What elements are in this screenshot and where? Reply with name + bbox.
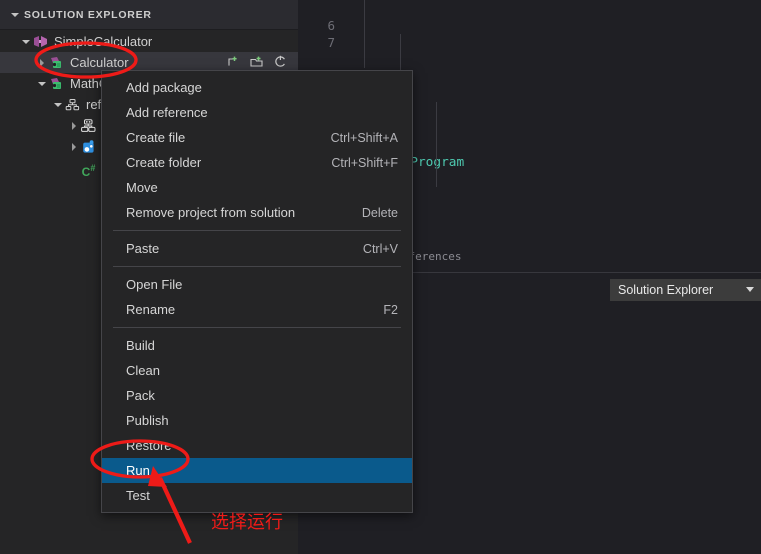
menu-item-label: Publish [126, 413, 169, 428]
menu-item-label: Add reference [126, 105, 208, 120]
chevron-down-icon[interactable] [36, 78, 48, 90]
output-view-picker-value: Solution Explorer [618, 283, 713, 297]
gutter-line: 7 [298, 34, 335, 51]
reference-group-icon [80, 118, 97, 134]
solution-explorer-header[interactable]: SOLUTION EXPLORER [0, 0, 298, 30]
menu-item-label: Run [126, 463, 150, 478]
menu-item-add-reference[interactable]: Add reference [102, 100, 412, 125]
indent-guide [436, 102, 437, 187]
menu-item-label: Add package [126, 80, 202, 95]
gutter-line: 6 [298, 17, 335, 34]
project-context-menu[interactable]: Add package Add reference Create file Ct… [101, 70, 413, 513]
menu-item-rename[interactable]: Rename F2 [102, 297, 412, 322]
menu-item-run[interactable]: Run [102, 458, 412, 483]
menu-item-open-file[interactable]: Open File [102, 272, 412, 297]
menu-item-test[interactable]: Test [102, 483, 412, 508]
menu-separator [113, 230, 401, 231]
menu-item-label: Test [126, 488, 150, 503]
menu-item-shortcut: Ctrl+Shift+F [331, 156, 398, 170]
menu-item-label: Open File [126, 277, 182, 292]
menu-item-move[interactable]: Move [102, 175, 412, 200]
menu-item-pack[interactable]: Pack [102, 383, 412, 408]
menu-item-create-file[interactable]: Create file Ctrl+Shift+A [102, 125, 412, 150]
indent-guide [400, 34, 401, 68]
menu-item-label: Pack [126, 388, 155, 403]
csharp-icon: C# [80, 160, 97, 176]
menu-item-label: Create file [126, 130, 185, 145]
output-view-picker[interactable]: Solution Explorer [610, 279, 761, 301]
project-icon [48, 76, 65, 92]
menu-item-label: Rename [126, 302, 175, 317]
tree-item-simplecalculator[interactable]: SimpleCalculator [0, 31, 298, 52]
menu-item-build[interactable]: Build [102, 333, 412, 358]
menu-item-label: Create folder [126, 155, 201, 170]
nuget-icon [80, 139, 97, 155]
page-title: SOLUTION EXPLORER [24, 9, 152, 21]
chevron-down-icon[interactable] [52, 99, 64, 111]
menu-item-restore[interactable]: Restore [102, 433, 412, 458]
menu-item-label: Restore [126, 438, 172, 453]
tree-item-label: SimpleCalculator [54, 34, 152, 49]
chevron-right-icon[interactable] [68, 120, 80, 132]
menu-item-label: Build [126, 338, 155, 353]
menu-item-create-folder[interactable]: Create folder Ctrl+Shift+F [102, 150, 412, 175]
menu-item-label: Paste [126, 241, 159, 256]
menu-item-add-package[interactable]: Add package [102, 75, 412, 100]
chevron-right-icon[interactable] [36, 57, 48, 69]
vscode-window: 6 7 class Program { 0 references static … [0, 0, 761, 554]
menu-item-shortcut: Ctrl+Shift+A [331, 131, 398, 145]
tree-spacer [68, 162, 80, 174]
menu-item-publish[interactable]: Publish [102, 408, 412, 433]
menu-item-shortcut: Ctrl+V [363, 242, 398, 256]
solution-icon [32, 34, 49, 50]
gutter-line [298, 0, 335, 17]
menu-item-label: Remove project from solution [126, 205, 295, 220]
menu-item-label: Move [126, 180, 158, 195]
chevron-down-icon[interactable] [20, 36, 32, 48]
chevron-down-icon[interactable] [9, 9, 21, 21]
references-icon [64, 97, 81, 113]
menu-item-shortcut: Delete [362, 206, 398, 220]
indent-guide [364, 0, 365, 68]
project-icon [48, 55, 65, 71]
menu-separator [113, 266, 401, 267]
menu-item-remove-project-from-solution[interactable]: Remove project from solution Delete [102, 200, 412, 225]
menu-item-label: Clean [126, 363, 160, 378]
chevron-right-icon[interactable] [68, 141, 80, 153]
menu-item-clean[interactable]: Clean [102, 358, 412, 383]
menu-item-paste[interactable]: Paste Ctrl+V [102, 236, 412, 261]
menu-item-shortcut: F2 [383, 303, 398, 317]
menu-separator [113, 327, 401, 328]
chevron-down-icon [746, 287, 754, 292]
tree-item-label: Calculator [70, 55, 129, 70]
